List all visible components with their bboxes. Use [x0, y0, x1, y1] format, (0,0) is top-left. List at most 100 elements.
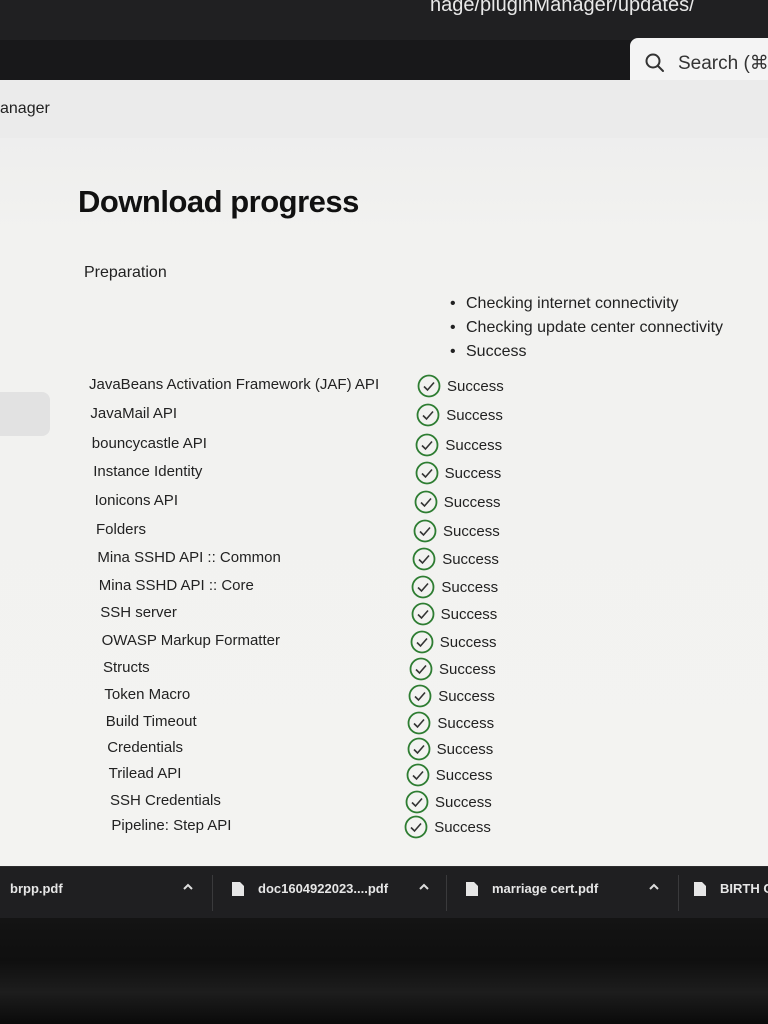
preparation-step: Checking update center connectivity [450, 316, 723, 340]
plugin-row: Structs Success [0, 657, 768, 685]
status-text: Success [437, 714, 495, 732]
plugin-name: bouncycastle API [91, 435, 207, 452]
plugin-status: Success [407, 737, 494, 761]
status-text: Success [439, 660, 496, 678]
breadcrumb[interactable]: anager [0, 100, 50, 118]
plugin-status: Success [416, 403, 503, 427]
plugin-row: bouncycastle API Success [0, 433, 768, 461]
success-check-icon [409, 657, 433, 681]
success-check-icon [413, 519, 437, 543]
success-check-icon [410, 630, 434, 654]
status-text: Success [446, 406, 503, 424]
plugin-status: Success [404, 815, 491, 839]
breadcrumb-bar: anager [0, 80, 768, 138]
preparation-step: Success [450, 340, 723, 364]
file-icon [694, 881, 706, 896]
preparation-steps: Checking internet connectivity Checking … [450, 292, 723, 364]
download-item[interactable]: brpp.pdf [10, 881, 63, 896]
success-check-icon [414, 490, 438, 514]
plugin-status: Success [409, 657, 496, 681]
status-text: Success [435, 766, 493, 784]
plugin-name: SSH Credentials [110, 792, 221, 809]
search-placeholder: Search (⌘+ [678, 52, 768, 74]
download-name: BIRTH C [720, 881, 768, 896]
status-text: Success [439, 633, 497, 651]
plugin-name: Credentials [107, 739, 184, 756]
success-check-icon [404, 815, 428, 839]
plugin-name: Ionicons API [94, 492, 178, 509]
plugin-name: Instance Identity [93, 463, 203, 480]
plugin-status: Success [405, 790, 492, 814]
status-text: Success [443, 522, 500, 540]
success-check-icon [408, 684, 432, 708]
chevron-up-icon[interactable] [416, 879, 432, 895]
url-text: nage/pluginManager/updates/ [430, 0, 695, 16]
success-check-icon [411, 575, 435, 599]
plugin-name: Trilead API [108, 765, 182, 782]
plugin-status: Success [412, 547, 499, 571]
file-icon [232, 881, 244, 896]
plugin-name: Token Macro [104, 686, 191, 703]
plugin-status: Success [413, 519, 500, 543]
download-name: marriage cert.pdf [492, 881, 599, 896]
status-text: Success [444, 464, 502, 482]
plugin-row: JavaBeans Activation Framework (JAF) API… [0, 374, 768, 402]
status-text: Success [442, 550, 499, 568]
plugin-row: OWASP Markup Formatter Success [0, 630, 768, 658]
address-bar[interactable]: nage/pluginManager/updates/ [0, 0, 768, 40]
success-check-icon [415, 433, 439, 457]
plugin-name: SSH server [100, 604, 177, 621]
download-item[interactable]: marriage cert.pdf [466, 881, 598, 896]
plugin-status: Success [411, 602, 498, 626]
success-check-icon [405, 790, 429, 814]
page-title: Download progress [78, 184, 359, 219]
download-name: doc1604922023....pdf [258, 881, 389, 896]
download-item[interactable]: BIRTH C [694, 881, 768, 896]
success-check-icon [406, 763, 430, 787]
success-check-icon [407, 711, 431, 735]
plugin-row: Build Timeout Success [0, 711, 768, 739]
status-text: Success [440, 605, 498, 623]
plugin-row: Mina SSHD API :: Core Success [0, 575, 768, 603]
plugin-name: Pipeline: Step API [111, 817, 232, 834]
plugin-name: Build Timeout [105, 713, 197, 730]
preparation-step: Checking internet connectivity [450, 292, 723, 316]
divider [678, 875, 679, 911]
download-item[interactable]: doc1604922023....pdf [232, 881, 388, 896]
plugin-row: Instance Identity Success [0, 461, 768, 489]
success-check-icon [411, 602, 434, 626]
plugin-status: Success [411, 575, 498, 599]
plugin-status: Success [406, 763, 493, 787]
success-check-icon [412, 547, 436, 571]
plugin-status: Success [408, 684, 495, 708]
divider [212, 875, 213, 911]
plugin-status: Success [415, 433, 502, 457]
main-content: anager Download progress Preparation Che… [0, 80, 768, 870]
success-check-icon [415, 461, 438, 485]
file-icon [466, 881, 478, 896]
screen-bezel [0, 918, 768, 1024]
success-check-icon [407, 737, 430, 761]
success-check-icon [416, 403, 440, 427]
status-text: Success [445, 436, 503, 454]
plugin-row: Ionicons API Success [0, 490, 768, 518]
status-text: Success [436, 740, 494, 758]
divider [446, 875, 447, 911]
chevron-up-icon[interactable] [180, 879, 196, 895]
downloads-bar: brpp.pdf doc1604922023....pdf marriage c… [0, 866, 768, 919]
preparation-label: Preparation [84, 264, 167, 281]
plugin-row: Mina SSHD API :: Common Success [0, 547, 768, 575]
plugin-name: Folders [96, 521, 147, 538]
download-name: brpp.pdf [10, 881, 63, 896]
status-text: Success [447, 377, 504, 395]
plugin-status: Success [414, 490, 501, 514]
plugin-status: Success [415, 461, 502, 485]
plugin-row: Token Macro Success [0, 684, 768, 712]
plugin-status: Success [410, 630, 497, 654]
status-text: Success [438, 687, 495, 705]
plugin-name: Structs [103, 659, 150, 676]
plugin-row: SSH server Success [0, 602, 768, 630]
plugin-name: JavaMail API [90, 405, 178, 422]
chevron-up-icon[interactable] [646, 879, 662, 895]
plugin-row: Trilead API Success [0, 763, 768, 791]
